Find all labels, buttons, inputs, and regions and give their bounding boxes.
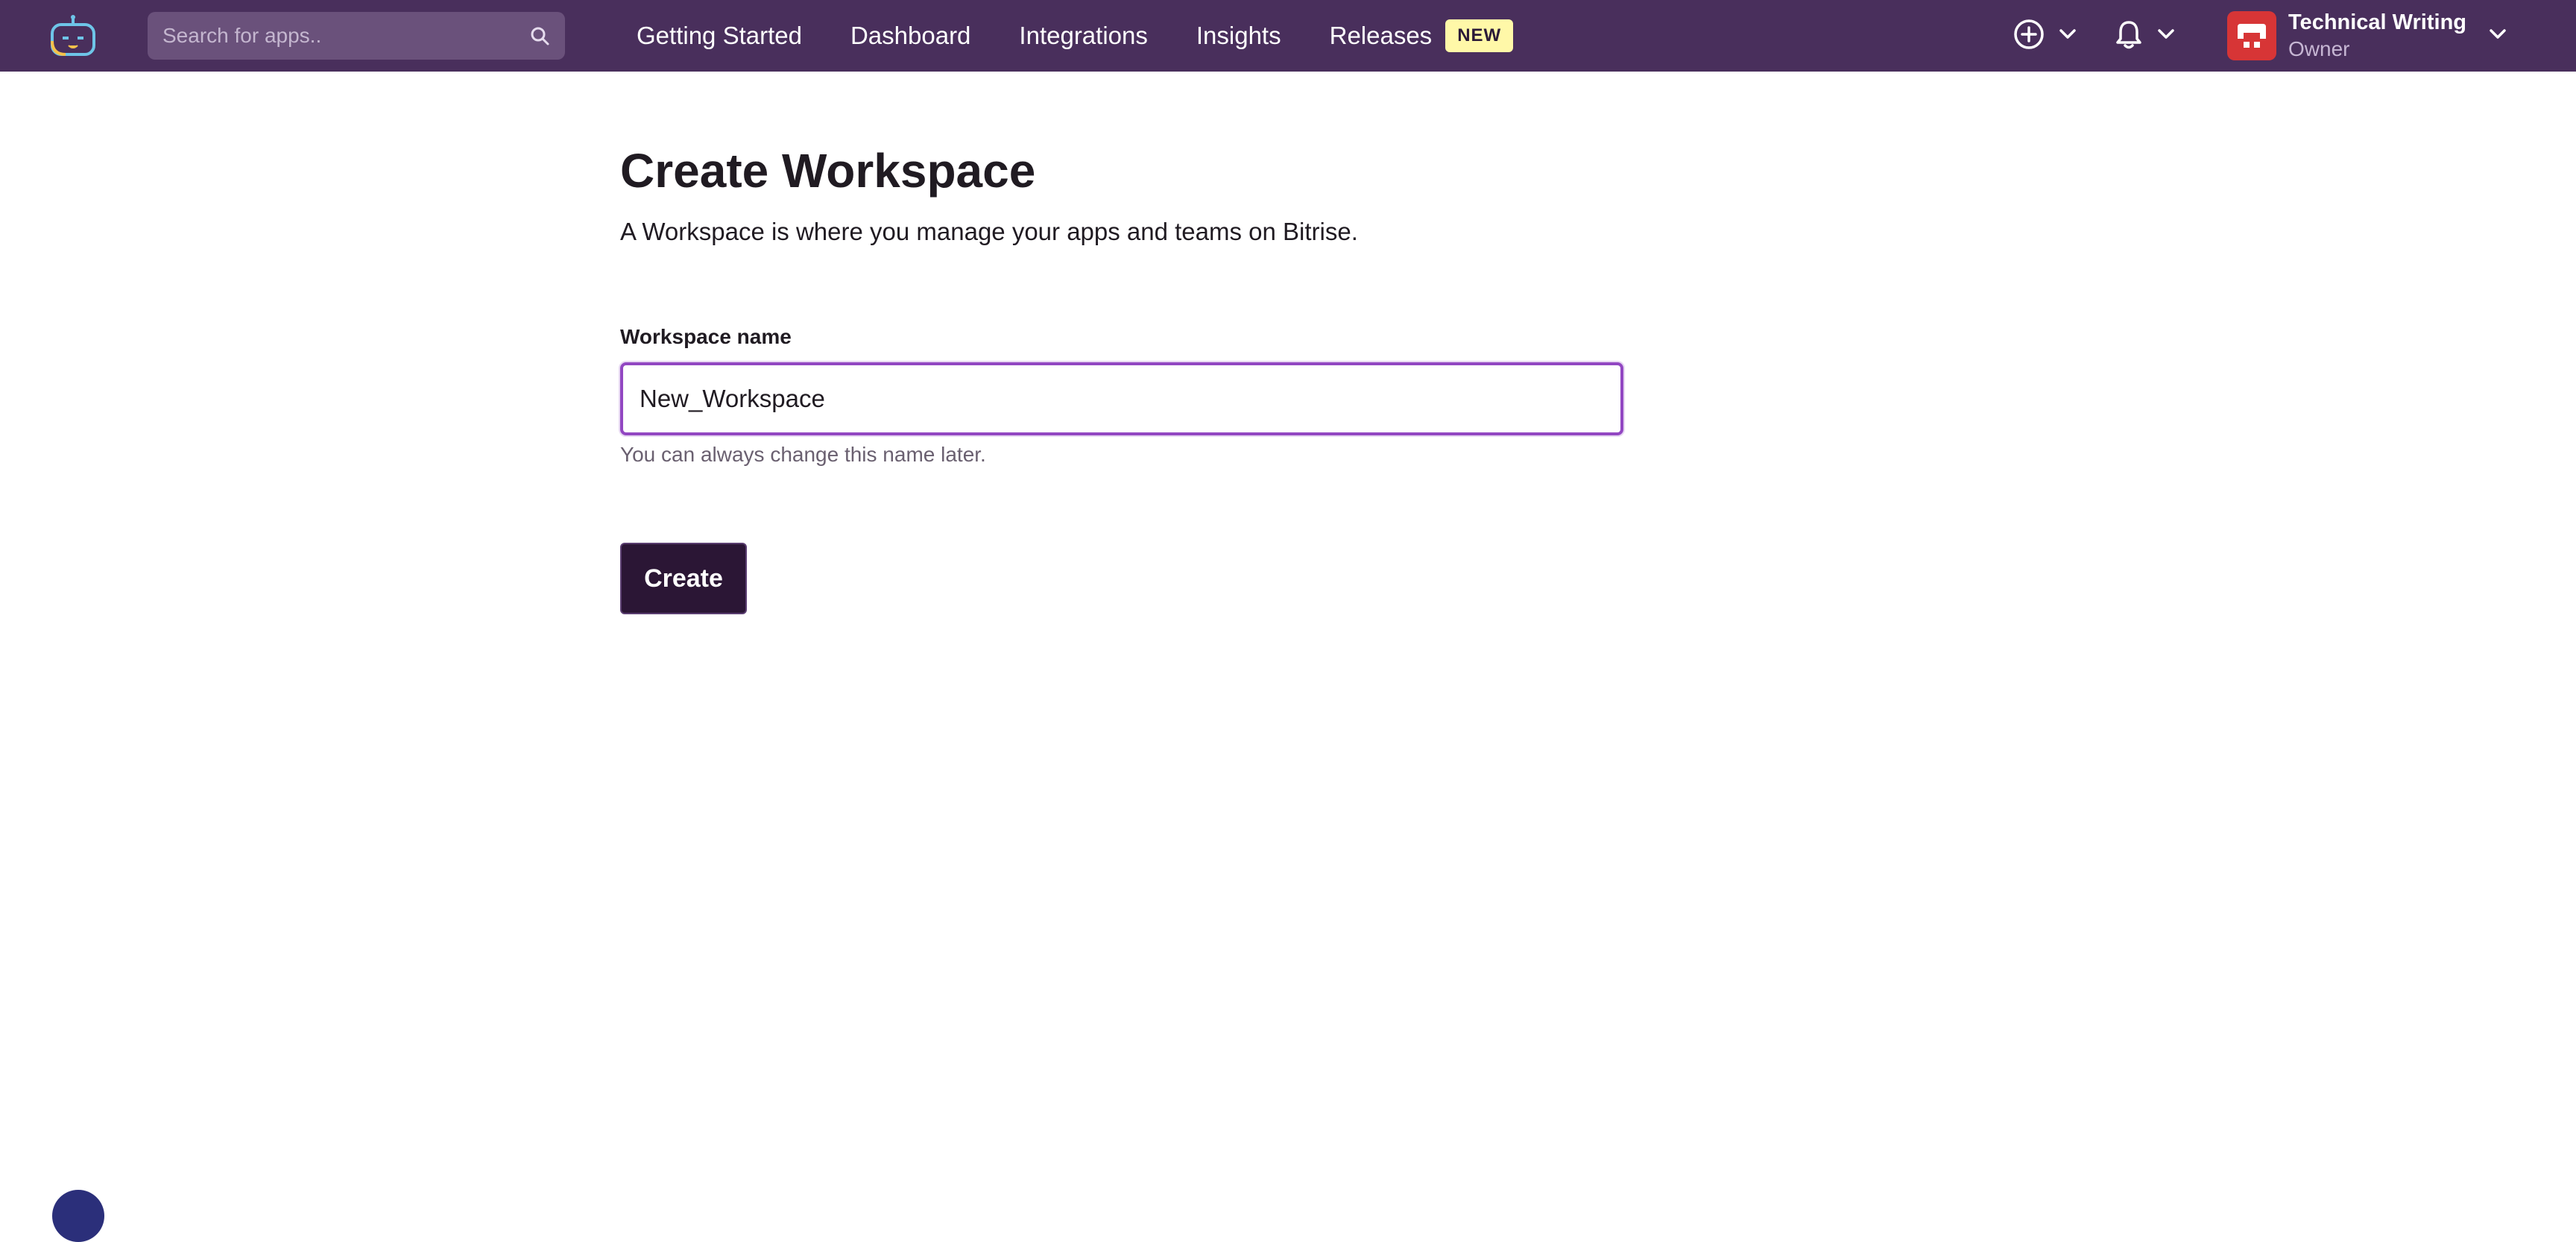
create-button[interactable]: Create — [620, 543, 747, 614]
account-switcher[interactable]: Technical Writing Owner — [2227, 10, 2507, 61]
page-subtitle: A Workspace is where you manage your app… — [620, 218, 1358, 245]
workspace-name-label: Workspace name — [620, 325, 792, 348]
bell-icon — [2114, 18, 2144, 54]
nav-insights[interactable]: Insights — [1196, 22, 1281, 50]
workspace-name-help-text: You can always change this name later. — [620, 443, 986, 466]
workspace-avatar-icon — [2227, 11, 2276, 60]
chevron-down-icon — [2489, 28, 2507, 44]
notifications-button[interactable] — [2114, 16, 2175, 55]
nav-dashboard[interactable]: Dashboard — [850, 22, 970, 50]
nav-integrations[interactable]: Integrations — [1019, 22, 1147, 50]
bitrise-logo-icon[interactable] — [46, 12, 100, 60]
search-icon[interactable] — [528, 24, 552, 48]
chevron-down-icon — [2059, 28, 2077, 44]
top-navigation-bar: Getting Started Dashboard Integrations I… — [0, 0, 2576, 72]
support-chat-icon[interactable] — [52, 1190, 104, 1242]
nav-releases[interactable]: Releases — [1330, 22, 1433, 50]
new-badge: NEW — [1445, 19, 1514, 52]
main-navigation: Getting Started Dashboard Integrations I… — [637, 0, 1514, 72]
page-title: Create Workspace — [620, 144, 1036, 198]
app-search[interactable] — [148, 12, 565, 60]
chevron-down-icon — [2157, 28, 2175, 44]
nav-getting-started[interactable]: Getting Started — [637, 22, 802, 50]
add-menu-button[interactable] — [2012, 16, 2077, 55]
search-input[interactable] — [161, 23, 528, 48]
plus-circle-icon — [2012, 18, 2045, 54]
account-role: Owner — [2288, 37, 2350, 60]
account-name: Technical Writing — [2288, 10, 2467, 34]
workspace-name-input[interactable] — [620, 362, 1623, 435]
